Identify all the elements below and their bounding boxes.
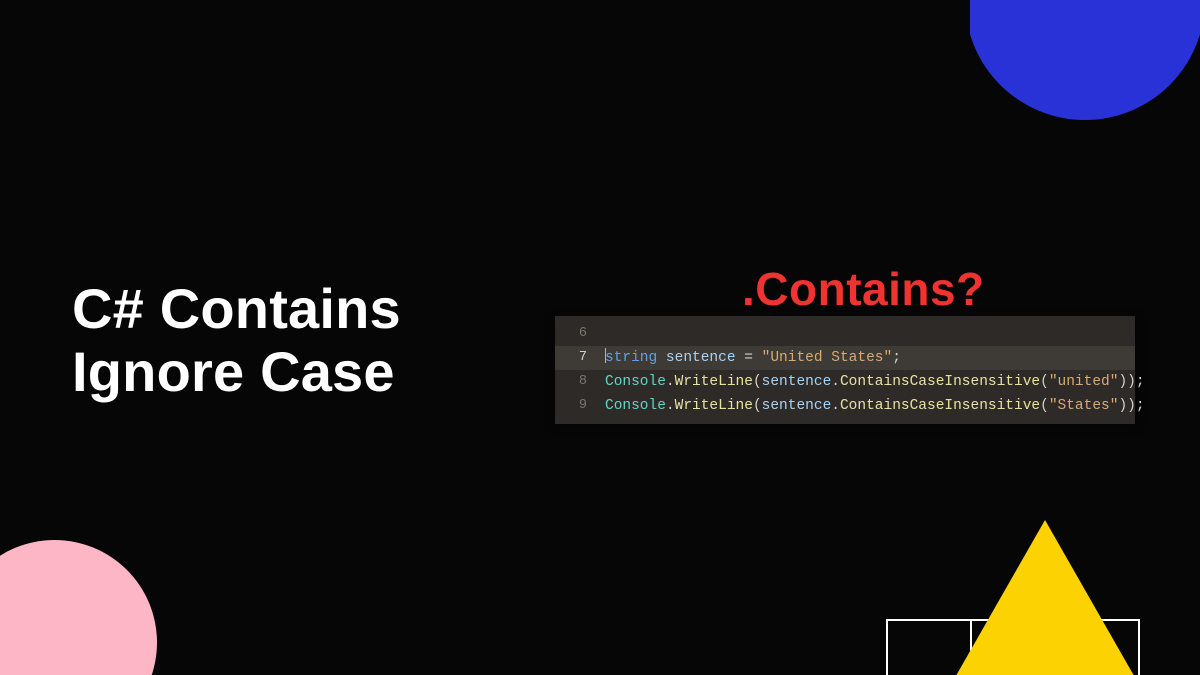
code-content: Console.WriteLine(sentence.ContainsCaseI… xyxy=(605,395,1145,417)
code-snippet-panel: 67 string sentence = "United States";8Con… xyxy=(555,316,1135,424)
line-number: 9 xyxy=(565,395,587,417)
code-content: Console.WriteLine(sentence.ContainsCaseI… xyxy=(605,371,1145,393)
code-line: 8Console.WriteLine(sentence.ContainsCase… xyxy=(555,370,1135,394)
code-line: 9Console.WriteLine(sentence.ContainsCase… xyxy=(555,394,1135,418)
headline-line-2: Ignore Case xyxy=(72,341,401,404)
blue-quarter-circle-shape xyxy=(965,0,1200,120)
line-number: 7 xyxy=(565,347,587,369)
contains-annotation: .Contains? xyxy=(742,262,985,316)
yellow-triangle-shape xyxy=(945,520,1145,675)
line-number: 8 xyxy=(565,371,587,393)
headline: C# Contains Ignore Case xyxy=(72,278,401,403)
headline-line-1: C# Contains xyxy=(72,278,401,341)
code-content: string sentence = "United States"; xyxy=(605,347,901,369)
code-line: 7 string sentence = "United States"; xyxy=(555,346,1135,370)
code-line: 6 xyxy=(555,322,1135,346)
pink-circle-shape xyxy=(0,540,157,675)
line-number: 6 xyxy=(565,323,587,345)
